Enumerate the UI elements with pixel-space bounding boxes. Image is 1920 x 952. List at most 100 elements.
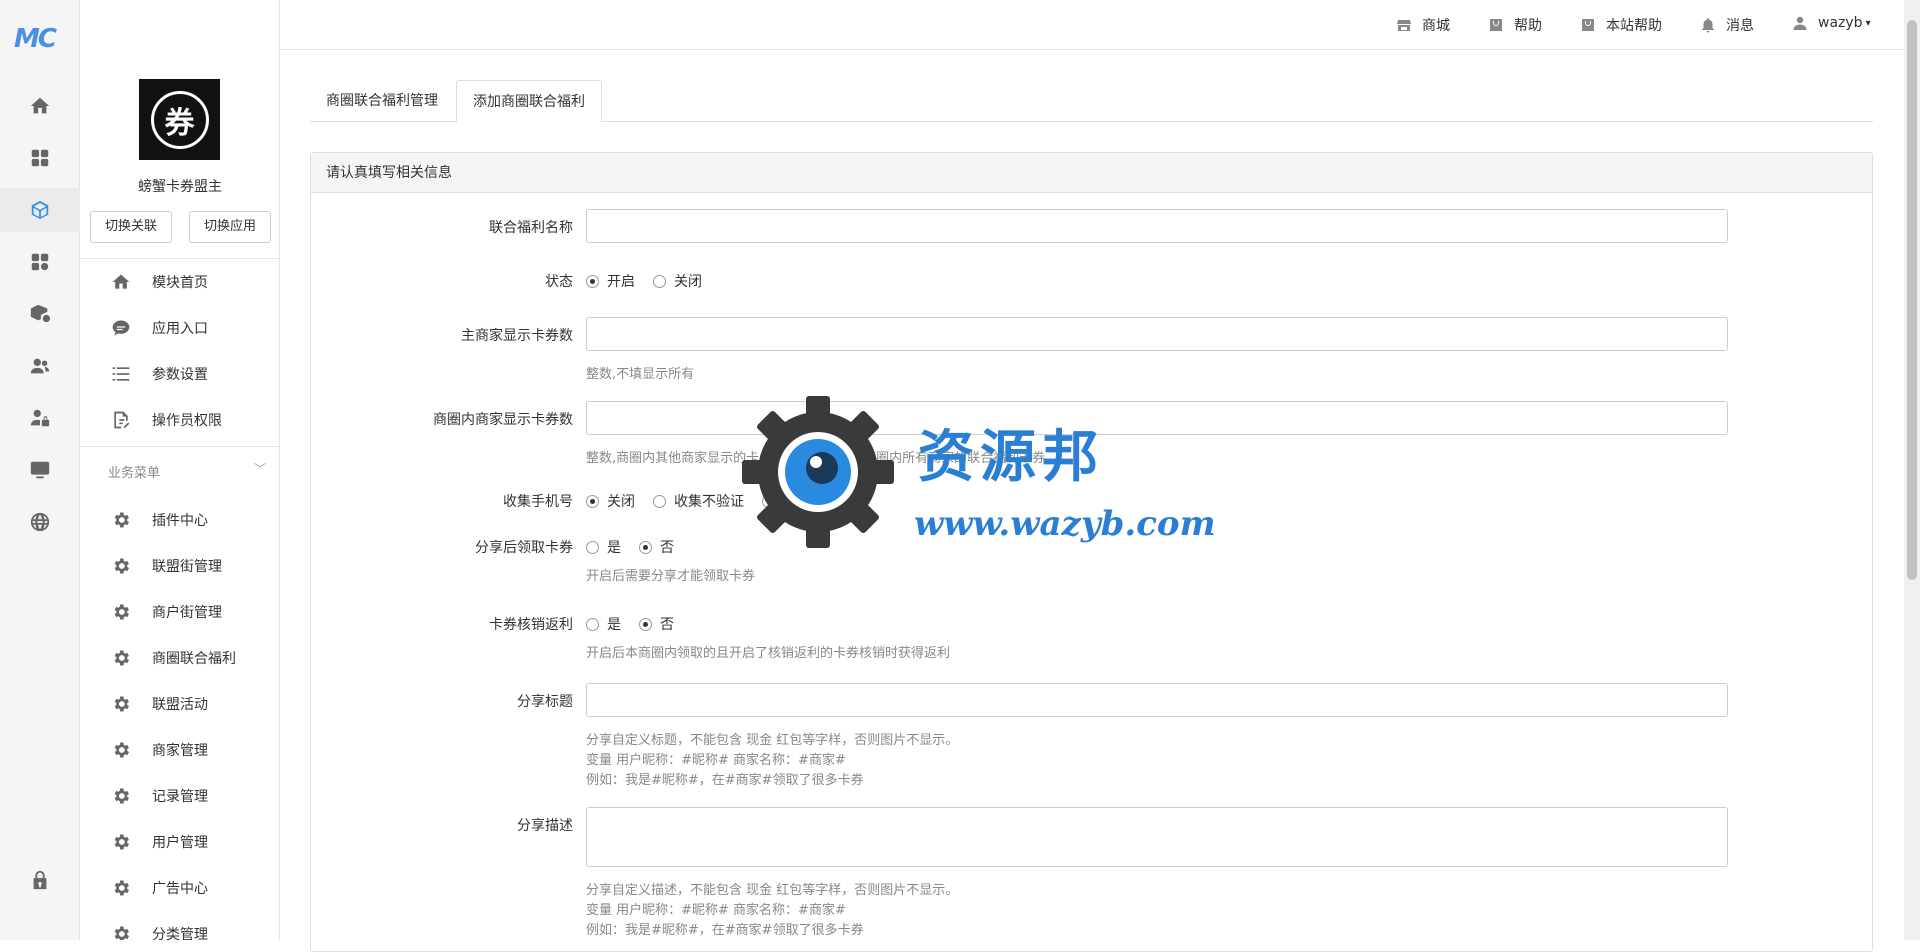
sidebar-item-label: 操作员权限 bbox=[152, 413, 222, 429]
site-help-icon bbox=[1580, 17, 1596, 33]
gear-icon bbox=[110, 785, 132, 807]
sidebar-item-business[interactable]: 广告中心 bbox=[80, 868, 279, 908]
sidebar-item-label: 模块首页 bbox=[152, 275, 208, 291]
sidebar-item-app-entry[interactable]: 应用入口 bbox=[80, 308, 279, 348]
rebate-radio-no[interactable]: 否 bbox=[639, 614, 674, 634]
panel-title: 请认真填写相关信息 bbox=[311, 153, 1872, 193]
app-logo[interactable]: MC bbox=[14, 24, 66, 54]
page-scrollbar[interactable] bbox=[1904, 0, 1920, 940]
sidebar-item-business[interactable]: 用户管理 bbox=[80, 822, 279, 862]
sidebar-item-module-home[interactable]: 模块首页 bbox=[80, 262, 279, 302]
field-label: 分享标题 bbox=[517, 694, 573, 710]
sidebar-item-operator-permission[interactable]: 操作员权限 bbox=[80, 400, 279, 440]
share-claim-radio-no[interactable]: 否 bbox=[639, 537, 674, 557]
gear-icon bbox=[110, 923, 132, 940]
phone-radio-no-verify[interactable]: 收集不验证 bbox=[653, 491, 744, 511]
sidebar-item-label: 联盟活动 bbox=[152, 697, 208, 713]
globe-icon[interactable] bbox=[26, 508, 54, 536]
top-link-site-help[interactable]: 本站帮助 bbox=[1580, 15, 1662, 35]
list-icon bbox=[110, 363, 132, 385]
sidebar-item-label: 联盟街管理 bbox=[152, 559, 222, 575]
phone-radio-off[interactable]: 关闭 bbox=[586, 491, 635, 511]
store-icon bbox=[1396, 17, 1412, 33]
sidebar-item-label: 参数设置 bbox=[152, 367, 208, 383]
switch-app-button[interactable]: 切换应用 bbox=[189, 211, 271, 243]
sidebar-item-label: 插件中心 bbox=[152, 513, 208, 529]
help-text: 整数,商圈内其他商家显示的卡券数量，不填显示商圈内所有商家的联合福利卡券 bbox=[586, 451, 1046, 466]
sidebar-item-business[interactable]: 商圈联合福利 bbox=[80, 638, 279, 678]
welfare-name-input[interactable] bbox=[586, 209, 1728, 243]
sidebar-item-business[interactable]: 分类管理 bbox=[80, 914, 279, 940]
top-link-label: 帮助 bbox=[1514, 18, 1542, 34]
field-label: 收集手机号 bbox=[503, 494, 573, 510]
gear-icon bbox=[110, 601, 132, 623]
sidebar-item-business[interactable]: 联盟活动 bbox=[80, 684, 279, 724]
help-bag-icon bbox=[1488, 17, 1504, 33]
monitor-icon[interactable] bbox=[26, 456, 54, 484]
status-radio-group: 开启 关闭 bbox=[586, 271, 720, 291]
top-link-label: 商城 bbox=[1422, 18, 1450, 34]
phone-radio-verify[interactable]: 收集验证 bbox=[762, 491, 839, 511]
user-lock-icon[interactable] bbox=[26, 404, 54, 432]
sidebar-item-label: 商家管理 bbox=[152, 743, 208, 759]
top-link-messages[interactable]: 消息 bbox=[1700, 15, 1754, 35]
share-title-input[interactable] bbox=[586, 683, 1728, 717]
rebate-radio-group: 是 否 bbox=[586, 614, 692, 634]
gear-icon bbox=[110, 877, 132, 899]
share-claim-radio-yes[interactable]: 是 bbox=[586, 537, 621, 557]
sidebar-item-label: 商户街管理 bbox=[152, 605, 222, 621]
icon-rail: MC bbox=[0, 0, 80, 940]
phone-radio-group: 关闭 收集不验证 收集验证 bbox=[586, 491, 857, 511]
gear-icon bbox=[110, 509, 132, 531]
sidebar-item-business[interactable]: 记录管理 bbox=[80, 776, 279, 816]
area-merchant-count-input[interactable] bbox=[586, 401, 1728, 435]
sidebar-item-business[interactable]: 商户街管理 bbox=[80, 592, 279, 632]
sidebar-item-business[interactable]: 商家管理 bbox=[80, 730, 279, 770]
dashboard-icon[interactable] bbox=[26, 144, 54, 172]
business-menu-title: 业务菜单 bbox=[108, 466, 161, 481]
tab-welfare-management[interactable]: 商圈联合福利管理 bbox=[310, 80, 454, 122]
main-merchant-count-input[interactable] bbox=[586, 317, 1728, 351]
package-settings-icon[interactable] bbox=[26, 300, 54, 328]
tab-bar: 商圈联合福利管理 添加商圈联合福利 bbox=[310, 80, 1873, 123]
top-link-label: 本站帮助 bbox=[1606, 18, 1662, 34]
user-name: wazyb bbox=[1818, 15, 1863, 31]
sidebar-item-label: 商圈联合福利 bbox=[152, 651, 236, 667]
tab-add-welfare[interactable]: 添加商圈联合福利 bbox=[456, 80, 602, 123]
shop-name: 螃蟹卡券盟主 bbox=[138, 179, 222, 195]
users-icon[interactable] bbox=[26, 352, 54, 380]
top-link-store[interactable]: 商城 bbox=[1396, 15, 1450, 35]
gear-icon bbox=[110, 647, 132, 669]
top-link-help[interactable]: 帮助 bbox=[1488, 15, 1542, 35]
field-label: 卡券核销返利 bbox=[489, 617, 573, 633]
cube-icon[interactable] bbox=[26, 196, 54, 224]
sidebar-item-business[interactable]: 插件中心 bbox=[80, 500, 279, 540]
home-icon bbox=[110, 271, 132, 293]
status-radio-off[interactable]: 关闭 bbox=[653, 271, 702, 291]
share-description-textarea[interactable] bbox=[586, 807, 1728, 867]
switch-relation-button[interactable]: 切换关联 bbox=[90, 211, 172, 243]
sidebar-item-business[interactable]: 联盟街管理 bbox=[80, 546, 279, 586]
main-content: 商圈联合福利管理 添加商圈联合福利 请认真填写相关信息 联合福利名称 状态 开启… bbox=[310, 80, 1873, 952]
edit-icon bbox=[110, 409, 132, 431]
gear-icon bbox=[110, 739, 132, 761]
home-icon[interactable] bbox=[26, 92, 54, 120]
lock-icon[interactable] bbox=[26, 866, 54, 894]
top-header: ☰ 菜单 商城 帮助 本站帮助 消息 wazyb ▾ bbox=[80, 0, 1920, 50]
chevron-down-icon[interactable]: ﹀ bbox=[254, 460, 266, 477]
rebate-radio-yes[interactable]: 是 bbox=[586, 614, 621, 634]
scrollbar-thumb[interactable] bbox=[1907, 20, 1917, 580]
sidebar-item-settings[interactable]: 参数设置 bbox=[80, 354, 279, 394]
share-claim-radio-group: 是 否 bbox=[586, 537, 692, 557]
status-radio-on[interactable]: 开启 bbox=[586, 271, 635, 291]
sidebar-item-label: 应用入口 bbox=[152, 321, 208, 337]
caret-down-icon: ▾ bbox=[1865, 17, 1871, 29]
shop-avatar: 券 bbox=[139, 79, 220, 160]
help-text: 分享自定义标题，不能包含 现金 红包等字样，否则图片不显示。 变量 用户昵称：#… bbox=[586, 733, 959, 788]
field-label: 联合福利名称 bbox=[489, 220, 573, 236]
sidebar-item-label: 广告中心 bbox=[152, 881, 208, 897]
sidebar-item-label: 记录管理 bbox=[152, 789, 208, 805]
user-menu[interactable]: wazyb ▾ bbox=[1792, 15, 1871, 31]
sidebar-item-label: 分类管理 bbox=[152, 927, 208, 940]
apps-icon[interactable] bbox=[26, 248, 54, 276]
